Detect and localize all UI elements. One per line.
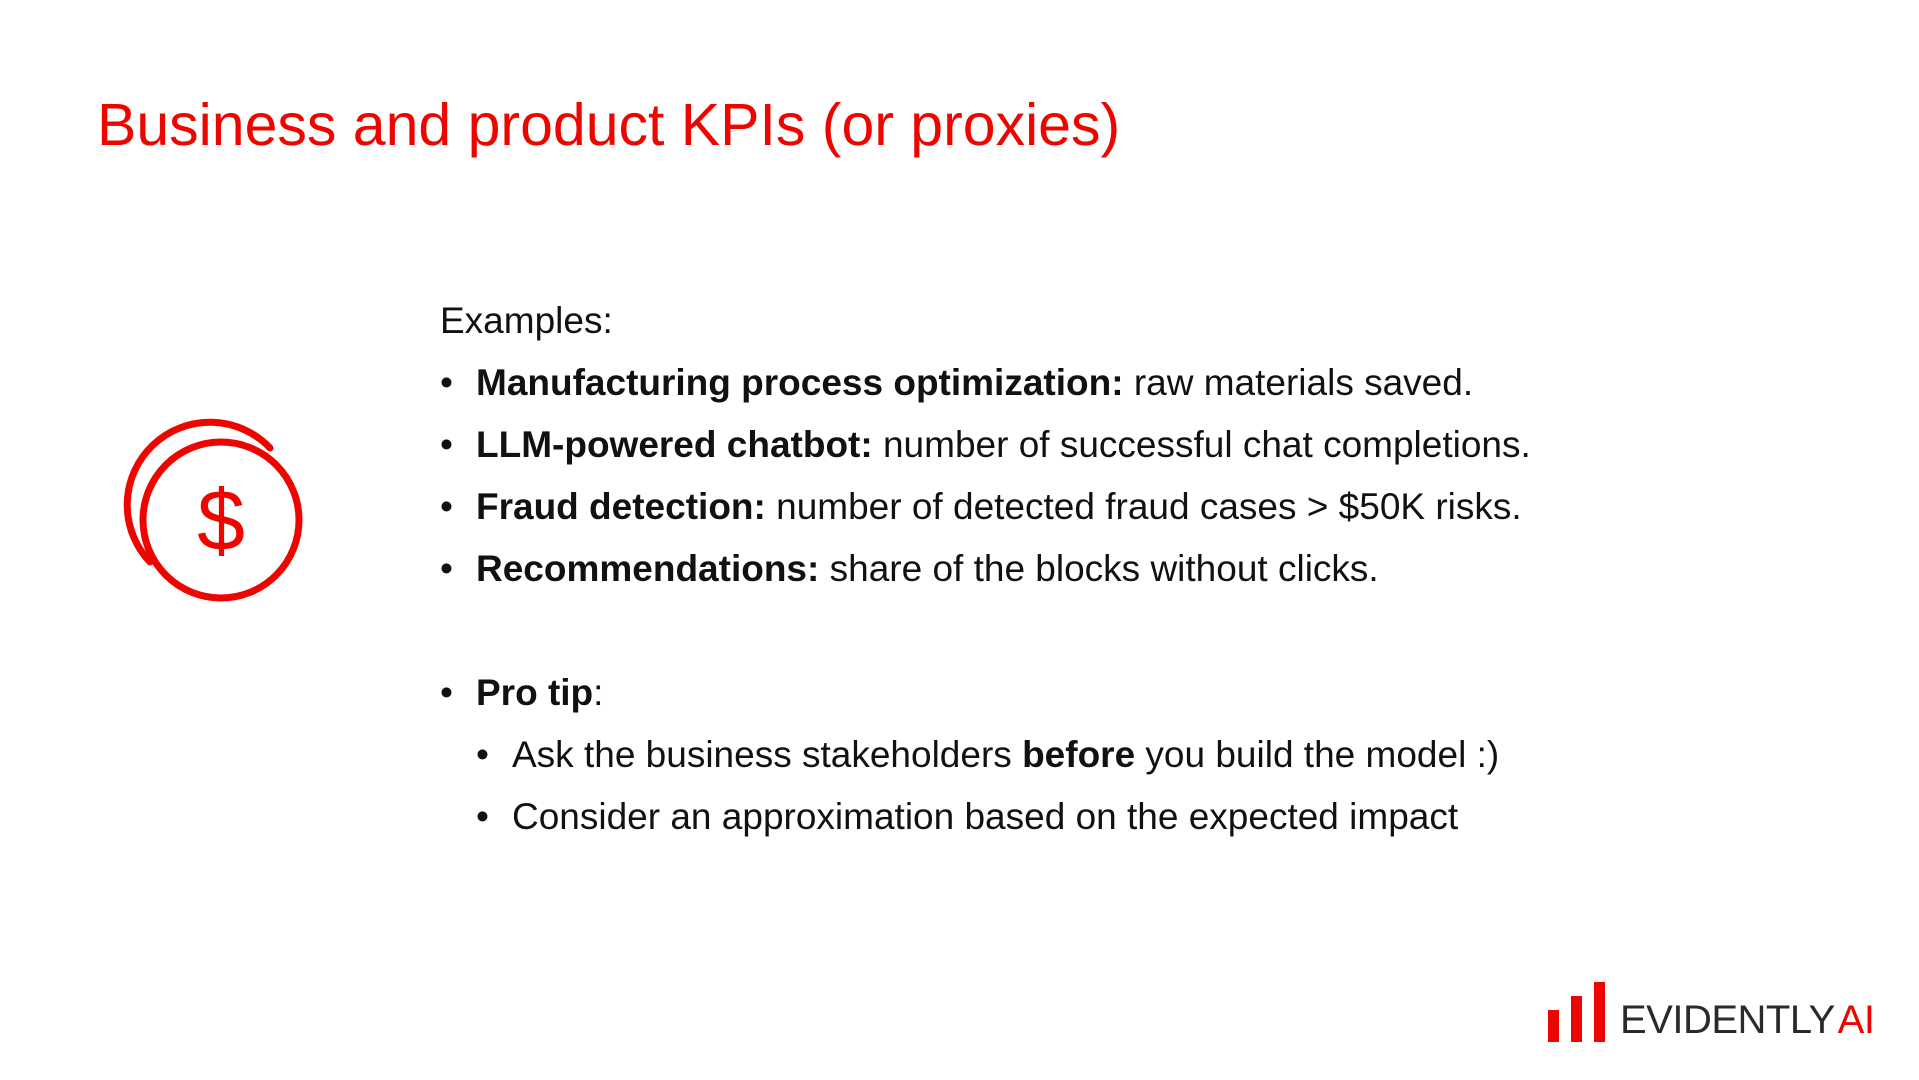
example-text: raw materials saved.: [1123, 362, 1474, 403]
example-label: Recommendations:: [476, 548, 820, 589]
pro-tip-label: Pro tip: [476, 672, 594, 713]
example-label: LLM-powered chatbot:: [476, 424, 873, 465]
list-item: Ask the business stakeholders before you…: [476, 724, 1531, 786]
examples-intro: Examples:: [440, 300, 613, 341]
examples-content: Examples: Manufacturing process optimiza…: [440, 290, 1531, 848]
example-text: number of detected fraud cases > $50K ri…: [765, 486, 1522, 527]
bar-chart-logo-icon: [1548, 982, 1605, 1042]
pro-tip-item: Pro tip:: [440, 662, 1531, 724]
list-item: Consider an approximation based on the e…: [476, 786, 1531, 848]
tip-text: Consider an approximation based on the e…: [512, 796, 1459, 837]
example-text: share of the blocks without clicks.: [819, 548, 1379, 589]
examples-list: Manufacturing process optimization: raw …: [440, 352, 1531, 600]
slide-title: Business and product KPIs (or proxies): [97, 92, 1121, 158]
svg-text:$: $: [197, 473, 245, 569]
pro-tip-list: Pro tip:: [440, 662, 1531, 724]
tip-text-after: you build the model :): [1135, 734, 1500, 775]
evidently-logo: EVIDENTLY AI: [1548, 982, 1875, 1042]
dollar-coins-icon: $: [123, 418, 303, 602]
tip-text-bold: before: [1022, 734, 1136, 775]
list-item: LLM-powered chatbot: number of successfu…: [440, 414, 1531, 476]
tip-text-before: Ask the business stakeholders: [512, 734, 1023, 775]
logo-wordmark: EVIDENTLY AI: [1620, 998, 1875, 1042]
list-item: Manufacturing process optimization: raw …: [440, 352, 1531, 414]
pro-tip-sublist: Ask the business stakeholders before you…: [440, 724, 1531, 848]
example-text: number of successful chat completions.: [872, 424, 1531, 465]
list-item: Fraud detection: number of detected frau…: [440, 476, 1531, 538]
pro-tip-suffix: :: [593, 672, 604, 713]
example-label: Manufacturing process optimization:: [476, 362, 1124, 403]
example-label: Fraud detection:: [476, 486, 766, 527]
logo-suffix: AI: [1837, 998, 1875, 1042]
logo-name: EVIDENTLY: [1620, 998, 1835, 1042]
list-item: Recommendations: share of the blocks wit…: [440, 538, 1531, 600]
